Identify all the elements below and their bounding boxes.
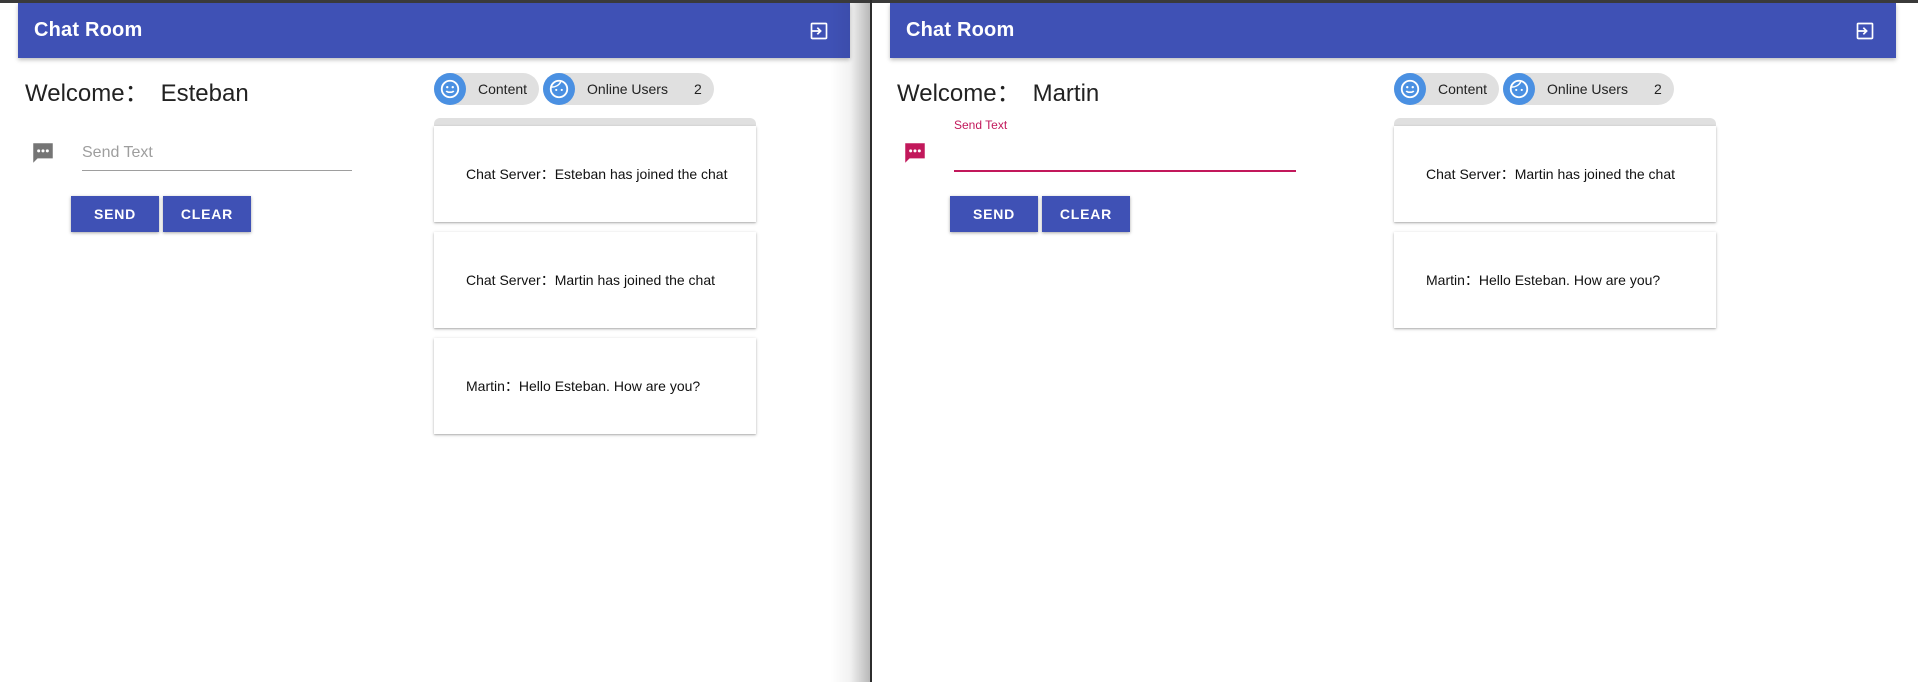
app-bar: Chat Room xyxy=(18,3,850,58)
exit-button[interactable] xyxy=(804,16,834,46)
message-input-row: Send Text xyxy=(902,118,1296,172)
smiley-icon xyxy=(434,73,466,105)
clear-button[interactable]: CLEAR xyxy=(163,196,251,232)
send-text-input[interactable] xyxy=(954,138,1296,172)
chat-message: Chat Server：Martin has joined the chat xyxy=(434,232,756,328)
chat-window-esteban: Chat Room Welcome： Esteban SE xyxy=(0,3,870,682)
chat-message-list: Chat Server：Martin has joined the chat M… xyxy=(1394,118,1716,338)
chat-message: Chat Server：Martin has joined the chat xyxy=(1394,126,1716,222)
chat-message-text: Chat Server：Martin has joined the chat xyxy=(1426,166,1676,182)
clear-button[interactable]: CLEAR xyxy=(1042,196,1130,232)
send-text-field xyxy=(82,118,352,171)
chip-bar: Content Online Users 2 xyxy=(1394,73,1674,105)
message-icon xyxy=(33,143,53,163)
content-chip[interactable]: Content xyxy=(1394,73,1500,105)
chat-message-text: Chat Server：Martin has joined the chat xyxy=(466,272,716,288)
exit-button[interactable] xyxy=(1850,16,1880,46)
chat-message-text: Martin：Hello Esteban. How are you? xyxy=(1426,272,1661,288)
online-users-chip[interactable]: Online Users 2 xyxy=(543,73,714,105)
content-chip[interactable]: Content xyxy=(434,73,540,105)
chat-message-list: Chat Server：Esteban has joined the chat … xyxy=(434,118,756,444)
face-icon xyxy=(543,73,576,105)
chat-message: Martin：Hello Esteban. How are you? xyxy=(434,338,756,434)
welcome-label: Welcome： xyxy=(897,80,1021,107)
welcome-heading: Welcome： Esteban xyxy=(25,73,249,108)
app-title: Chat Room xyxy=(906,19,1015,41)
online-users-count: 2 xyxy=(1653,81,1662,97)
send-text-label: Send Text xyxy=(954,118,1008,132)
face-icon xyxy=(1503,73,1536,105)
welcome-label: Welcome： xyxy=(25,80,149,107)
chat-message: Martin：Hello Esteban. How are you? xyxy=(1394,232,1716,328)
smiley-icon xyxy=(1394,73,1426,105)
online-users-count: 2 xyxy=(693,81,702,97)
username: Martin xyxy=(1032,80,1100,107)
message-input-row xyxy=(30,118,352,171)
chat-window-martin: Chat Room Welcome： Martin Send Text SEND… xyxy=(872,3,1918,682)
desktop: Chat Room Welcome： Esteban SE xyxy=(0,0,1918,682)
send-text-field: Send Text xyxy=(954,118,1296,172)
action-buttons: SEND CLEAR xyxy=(950,196,1130,232)
online-users-label: Online Users xyxy=(587,81,668,97)
content-chip-label: Content xyxy=(478,81,528,97)
app-title: Chat Room xyxy=(34,19,143,41)
online-users-chip[interactable]: Online Users 2 xyxy=(1503,73,1674,105)
content-chip-label: Content xyxy=(1438,81,1488,97)
send-button[interactable]: SEND xyxy=(950,196,1038,232)
username: Esteban xyxy=(160,80,249,107)
send-text-input[interactable] xyxy=(82,138,352,171)
welcome-heading: Welcome： Martin xyxy=(897,73,1099,108)
exit-to-app-icon xyxy=(1856,22,1874,39)
chat-message-text: Chat Server：Esteban has joined the chat xyxy=(466,166,728,182)
exit-to-app-icon xyxy=(810,22,828,39)
action-buttons: SEND CLEAR xyxy=(71,196,251,232)
app-bar: Chat Room xyxy=(890,3,1896,58)
chat-message: Chat Server：Esteban has joined the chat xyxy=(434,126,756,222)
chip-bar: Content Online Users 2 xyxy=(434,73,714,105)
chat-message-text: Martin：Hello Esteban. How are you? xyxy=(466,378,701,394)
send-button[interactable]: SEND xyxy=(71,196,159,232)
message-icon xyxy=(905,143,925,163)
online-users-label: Online Users xyxy=(1547,81,1628,97)
